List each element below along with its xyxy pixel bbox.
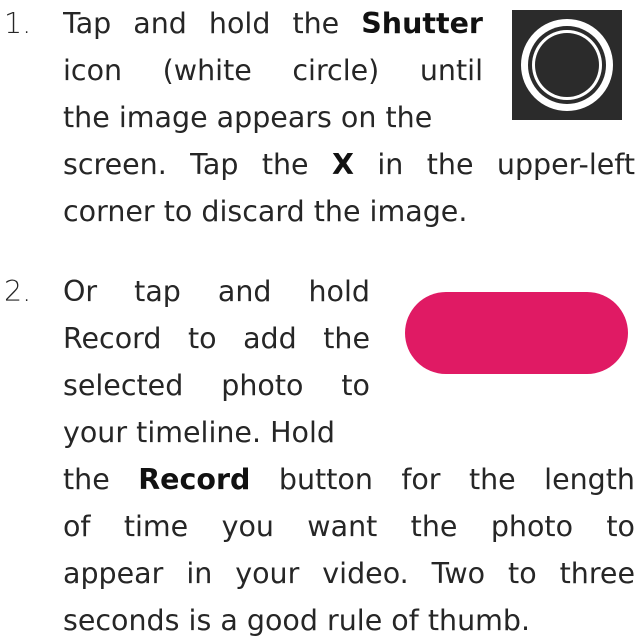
text-run: in the upper-left — [353, 148, 635, 181]
text-line: Record to add the — [63, 315, 370, 362]
text-line: corner to discard the image. — [63, 188, 635, 235]
text-line: appear in your video. Two to three — [63, 550, 635, 597]
text-line: your timeline. Hold — [63, 409, 370, 456]
step-text-below-icon: the Record button for the length of time … — [63, 456, 635, 644]
step-2: 2. Or tap and hold Record to add the selec… — [0, 268, 639, 637]
text-line: seconds is a good rule of thumb. — [63, 597, 635, 644]
text-line: icon (white circle) until — [63, 47, 483, 94]
step-number: 2. — [4, 275, 32, 308]
shutter-ring — [521, 19, 613, 111]
text-line: the Record button for the length — [63, 456, 635, 503]
text-run: your timeline. Hold — [63, 416, 335, 449]
text-run: seconds is a good rule of thumb. — [63, 604, 531, 637]
text-run: button for the length — [250, 463, 635, 496]
text-run: Or tap and hold — [63, 275, 370, 308]
text-run: of time you want the photo to — [63, 510, 635, 543]
text-run: screen. Tap the — [63, 148, 332, 181]
step-number: 1. — [4, 7, 32, 40]
step-text-beside-icon: Tap and hold the Shutter icon (white circ… — [63, 0, 483, 141]
text-run: Record to add the — [63, 322, 370, 355]
shutter-icon — [512, 10, 622, 120]
record-button-icon — [405, 292, 628, 374]
text-run: icon (white circle) until — [63, 54, 483, 87]
text-run: the — [63, 463, 139, 496]
text-line: Tap and hold the Shutter — [63, 0, 483, 47]
text-line: selected photo to — [63, 362, 370, 409]
text-run: the image appears on the — [63, 101, 433, 134]
bold-term: Record — [138, 463, 251, 496]
bold-term: X — [331, 148, 354, 181]
step-text-beside-icon: Or tap and hold Record to add the selected… — [63, 268, 370, 456]
text-line: screen. Tap the X in the upper-left — [63, 141, 635, 188]
bold-term: Shutter — [361, 7, 483, 40]
text-run: appear in your video. Two to three — [63, 557, 635, 590]
text-run: corner to discard the image. — [63, 195, 468, 228]
text-line: the image appears on the — [63, 94, 483, 141]
text-line: of time you want the photo to — [63, 503, 635, 550]
step-text-below-icon: screen. Tap the X in the upper-left corne… — [63, 141, 635, 235]
step-1: 1. Tap and hold the Shutter icon (white c… — [0, 0, 639, 270]
text-run: selected photo to — [63, 369, 370, 402]
text-run: Tap and hold the — [63, 7, 362, 40]
text-line: Or tap and hold — [63, 268, 370, 315]
